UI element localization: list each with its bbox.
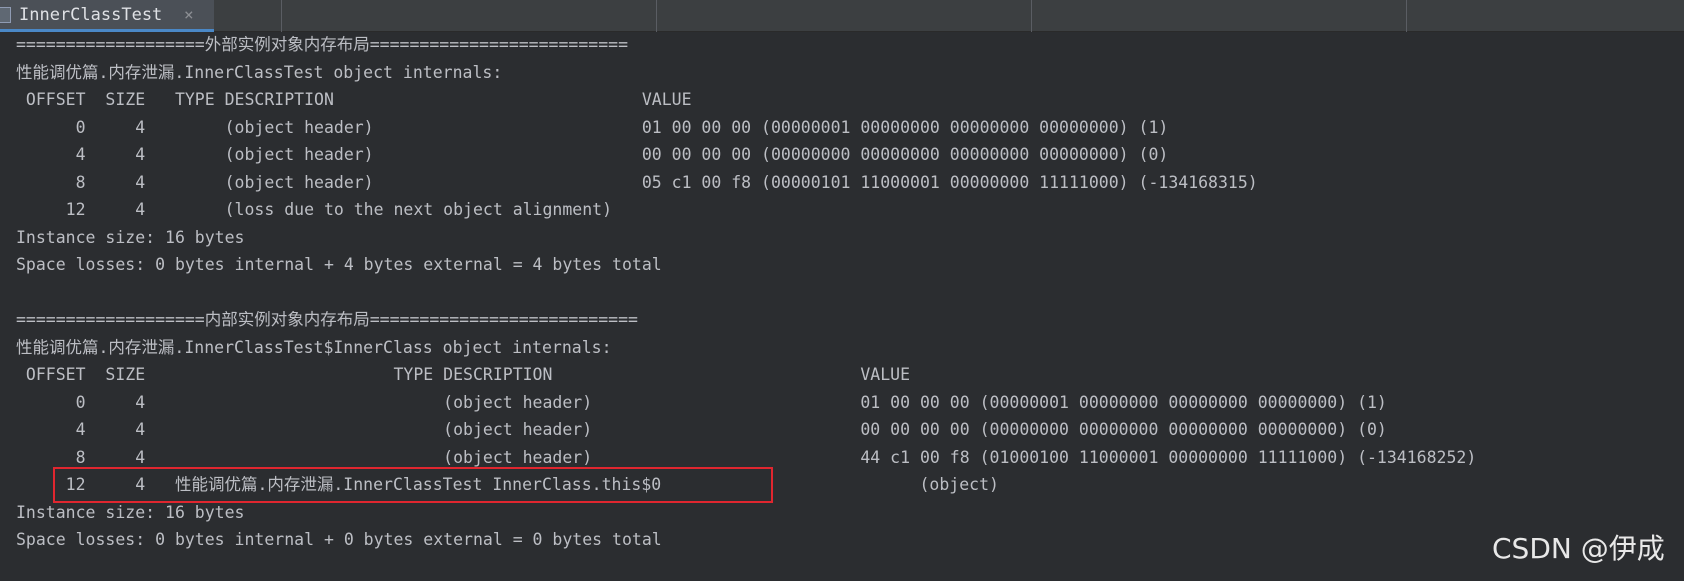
editor-tab-bar: InnerClassTest × [0,0,1684,32]
outer-class-title: 性能调优篇.内存泄漏.InnerClassTest object interna… [16,62,503,82]
tab-label: InnerClassTest [19,5,163,25]
tab-separator [1031,0,1032,32]
tab-separator [656,0,657,32]
outer-row-0: 0 4 (object header) 01 00 00 00 (0000000… [16,117,1169,137]
inner-instance-size: Instance size: 16 bytes [16,502,245,522]
inner-layout-heading: ===================内部实例对象内存布局===========… [16,310,638,329]
outer-row-12: 12 4 (loss due to the next object alignm… [16,200,613,219]
inner-class-title: 性能调优篇.内存泄漏.InnerClassTest$InnerClass obj… [16,337,612,357]
java-file-icon [0,7,11,23]
watermark: CSDN @伊成 [1492,532,1665,565]
outer-instance-size: Instance size: 16 bytes [16,227,245,247]
inner-row-0: 0 4 (object header) 01 00 00 00 (0000000… [16,392,1387,412]
inner-row-4: 4 4 (object header) 00 00 00 00 (0000000… [16,420,1387,439]
outer-space-losses: Space losses: 0 bytes internal + 4 bytes… [16,255,662,274]
tab-innerclasstest[interactable]: InnerClassTest × [0,0,214,32]
inner-space-losses: Space losses: 0 bytes internal + 0 bytes… [16,530,662,549]
outer-reference-highlight [53,467,773,503]
close-icon[interactable]: × [184,4,194,26]
tab-separator [1406,0,1407,32]
inner-table-header: OFFSET SIZE TYPE DESCRIPTION VALUE [16,365,911,384]
outer-row-4: 4 4 (object header) 00 00 00 00 (0000000… [16,145,1169,164]
outer-row-8: 8 4 (object header) 05 c1 00 f8 (0000010… [16,172,1258,192]
outer-layout-heading: ===================外部实例对象内存布局===========… [16,35,629,54]
tab-separator [281,0,282,32]
outer-table-header: OFFSET SIZE TYPE DESCRIPTION VALUE [16,90,692,109]
